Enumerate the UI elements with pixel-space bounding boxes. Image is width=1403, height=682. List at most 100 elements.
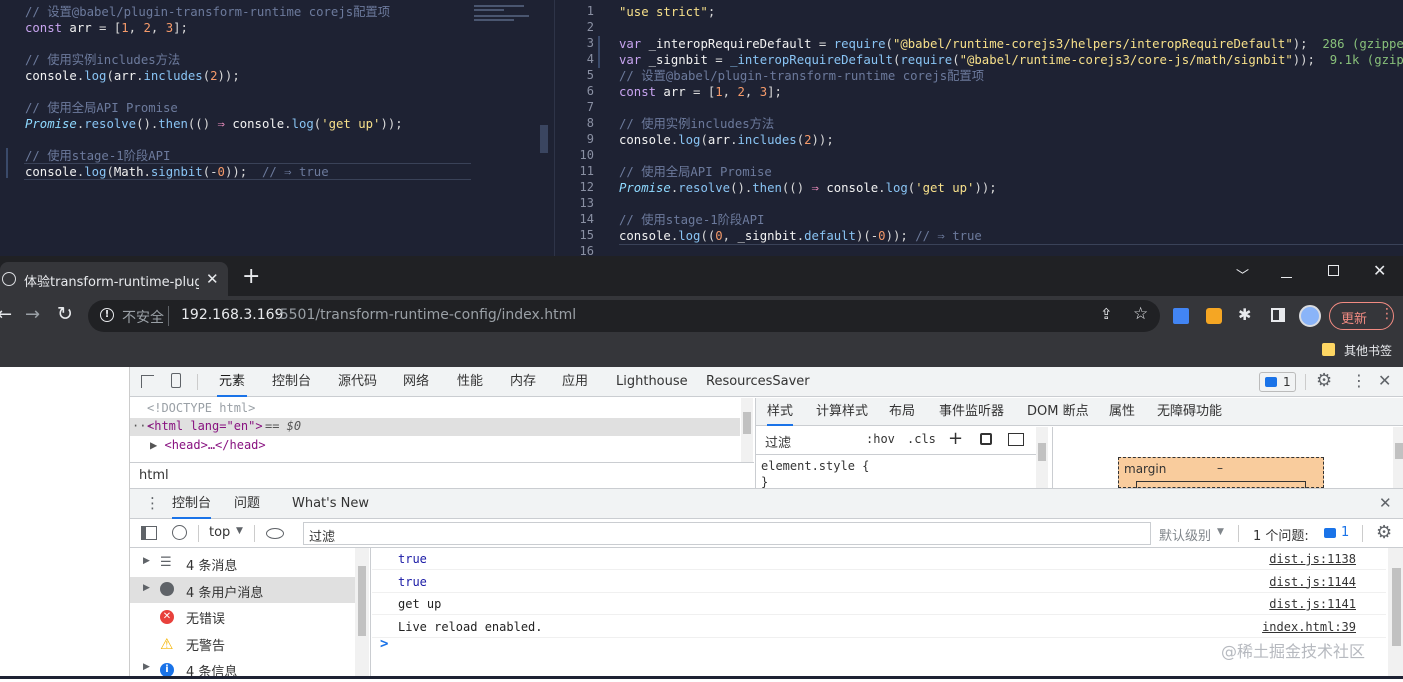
drawer-menu-icon[interactable]: ⋮ xyxy=(145,494,160,512)
styles-tab[interactable]: 样式 xyxy=(767,398,794,426)
styles-tab[interactable]: DOM 断点 xyxy=(1027,398,1089,426)
source-link[interactable]: index.html:39 xyxy=(1262,620,1356,634)
sidebar-toggle-icon[interactable] xyxy=(1008,433,1024,446)
hov-button[interactable]: :hov xyxy=(866,432,895,446)
styles-tab[interactable]: 无障碍功能 xyxy=(1157,398,1222,426)
avatar[interactable] xyxy=(1299,305,1321,327)
clear-console-icon[interactable] xyxy=(172,525,187,540)
element-style-rule[interactable]: element.style { } xyxy=(756,454,1036,489)
update-button[interactable]: 更新 ⋮ xyxy=(1329,302,1394,330)
forward-icon[interactable]: → xyxy=(25,304,40,325)
expand-arrow-icon[interactable]: ▶ xyxy=(143,583,150,593)
new-tab-button[interactable]: + xyxy=(242,266,260,288)
devtools-tab[interactable]: ResourcesSaver xyxy=(706,367,810,397)
styles-tab[interactable]: 布局 xyxy=(889,398,915,426)
devtools-tab[interactable]: 控制台 xyxy=(272,367,311,397)
inspect-icon[interactable] xyxy=(141,375,154,388)
translate-extension-icon[interactable] xyxy=(1173,308,1189,324)
devtools-tab[interactable]: 内存 xyxy=(510,367,536,397)
source-link[interactable]: dist.js:1144 xyxy=(1269,575,1356,589)
folder-icon[interactable] xyxy=(1322,343,1335,356)
puzzle-icon[interactable]: ✱ xyxy=(1238,305,1251,324)
close-tab-icon[interactable]: ✕ xyxy=(206,270,219,288)
editor-output-pane[interactable]: 1 "use strict"; 2 3 var _interopRequireDefau… xyxy=(556,0,1403,256)
devtools-tab[interactable]: 源代码 xyxy=(338,367,377,397)
console-message[interactable]: true dist.js:1144 xyxy=(372,571,1386,593)
warning-icon[interactable]: ! xyxy=(100,308,114,322)
editor-scrollbar[interactable] xyxy=(540,125,548,153)
devtools-tab[interactable]: 应用 xyxy=(562,367,588,397)
console-prompt[interactable]: > xyxy=(380,636,388,652)
active-tab[interactable]: 体验transform-runtime-plugin ✕ xyxy=(0,262,228,296)
sidebar-item[interactable]: ▶ ☰ 4 条消息 xyxy=(130,550,355,576)
devtools-tab[interactable]: 元素 xyxy=(217,367,248,397)
side-panel-icon[interactable] xyxy=(1271,308,1285,322)
devtools-tab[interactable]: Lighthouse xyxy=(616,367,688,397)
expand-arrow-icon[interactable]: ▶ xyxy=(143,662,150,672)
log-level-select[interactable]: 默认级别 xyxy=(1159,525,1211,544)
html-node-selected[interactable]: ··· <html lang="en"> == $0 xyxy=(130,418,740,436)
more-options-icon[interactable]: ⋮ xyxy=(1351,371,1367,390)
source-link[interactable]: dist.js:1141 xyxy=(1269,597,1356,611)
editor-source-pane[interactable]: // 设置@babel/plugin-transform-runtime cor… xyxy=(0,0,555,256)
console-message[interactable]: Live reload enabled. index.html:39 xyxy=(372,616,1386,638)
issues-link[interactable]: 1 个问题: xyxy=(1253,525,1309,544)
add-rule-icon[interactable]: + xyxy=(948,428,963,449)
styles-tab[interactable]: 计算样式 xyxy=(816,398,868,426)
margin-box[interactable]: margin – xyxy=(1118,457,1324,489)
issues-badge[interactable]: 1 xyxy=(1259,372,1296,392)
url-path[interactable]: :5501/transform-runtime-config/index.htm… xyxy=(275,307,576,323)
styles-filter[interactable]: 过滤 xyxy=(765,432,791,451)
context-selector[interactable]: top xyxy=(209,525,230,540)
star-icon[interactable]: ☆ xyxy=(1133,304,1148,324)
head-node[interactable]: ▶ <head>…</head> xyxy=(150,438,266,452)
drawer-tab[interactable]: 控制台 xyxy=(172,489,212,519)
settings-gear-icon[interactable]: ⚙ xyxy=(1316,370,1332,391)
styles-tab[interactable]: 事件监听器 xyxy=(939,398,1004,426)
other-bookmarks[interactable]: 其他书签 xyxy=(1344,342,1392,359)
sidebar-item[interactable]: ⚠ 无警告 xyxy=(130,630,355,656)
eye-icon[interactable] xyxy=(266,528,284,539)
minimize-icon[interactable] xyxy=(1281,277,1292,278)
console-message[interactable]: true dist.js:1138 xyxy=(372,548,1386,570)
console-message[interactable]: get up dist.js:1141 xyxy=(372,593,1386,615)
boxmodel-scrollbar[interactable] xyxy=(1393,427,1403,488)
devtools-tab[interactable]: 性能 xyxy=(457,367,483,397)
maximize-icon[interactable] xyxy=(1328,265,1339,276)
reload-icon[interactable]: ↻ xyxy=(57,303,73,325)
console-filter-input[interactable]: 过滤 xyxy=(303,522,1151,545)
url-host[interactable]: 192.168.3.169 xyxy=(181,307,283,323)
sidebar-scrollbar[interactable] xyxy=(355,548,369,679)
console-scrollbar[interactable] xyxy=(1388,548,1403,679)
console-settings-icon[interactable]: ⚙ xyxy=(1376,522,1392,543)
expand-arrow-icon[interactable]: ▶ xyxy=(143,556,150,566)
close-drawer-icon[interactable]: ✕ xyxy=(1379,494,1392,512)
box-model: margin – xyxy=(1052,427,1392,489)
breadcrumb-html[interactable]: html xyxy=(139,468,169,483)
drawer-tab[interactable]: What's New xyxy=(292,489,369,519)
paint-icon[interactable] xyxy=(980,433,992,445)
sidebar-toggle-icon[interactable] xyxy=(141,526,157,540)
close-devtools-icon[interactable]: ✕ xyxy=(1378,371,1391,390)
dom-scrollbar[interactable] xyxy=(741,398,753,462)
tab-search-icon[interactable]: ﹀ xyxy=(1236,265,1249,284)
insecure-label[interactable]: 不安全 xyxy=(122,307,164,327)
back-icon[interactable]: ← xyxy=(0,304,12,325)
styles-scrollbar[interactable] xyxy=(1036,427,1048,488)
cls-button[interactable]: .cls xyxy=(907,432,936,446)
minimap[interactable] xyxy=(474,2,544,28)
device-toolbar-icon[interactable] xyxy=(171,373,181,388)
code-token: log xyxy=(84,69,107,83)
doctype-node[interactable]: <!DOCTYPE html> xyxy=(147,401,255,415)
share-icon[interactable]: ⇪ xyxy=(1100,305,1113,323)
devtools-tab[interactable]: 网络 xyxy=(403,367,429,397)
styles-tab[interactable]: 属性 xyxy=(1109,398,1135,426)
code-token: console xyxy=(25,69,77,83)
sidebar-item[interactable]: ✕ 无错误 xyxy=(130,603,355,629)
close-window-icon[interactable]: ✕ xyxy=(1373,261,1386,280)
drawer-tab[interactable]: 问题 xyxy=(234,489,260,519)
sidebar-item[interactable]: ▶ 4 条用户消息 xyxy=(130,576,355,603)
source-link[interactable]: dist.js:1138 xyxy=(1269,552,1356,566)
omnibox[interactable]: ! 不安全 192.168.3.169 :5501/transform-runt… xyxy=(88,300,1160,332)
extension-icon[interactable] xyxy=(1206,308,1222,324)
